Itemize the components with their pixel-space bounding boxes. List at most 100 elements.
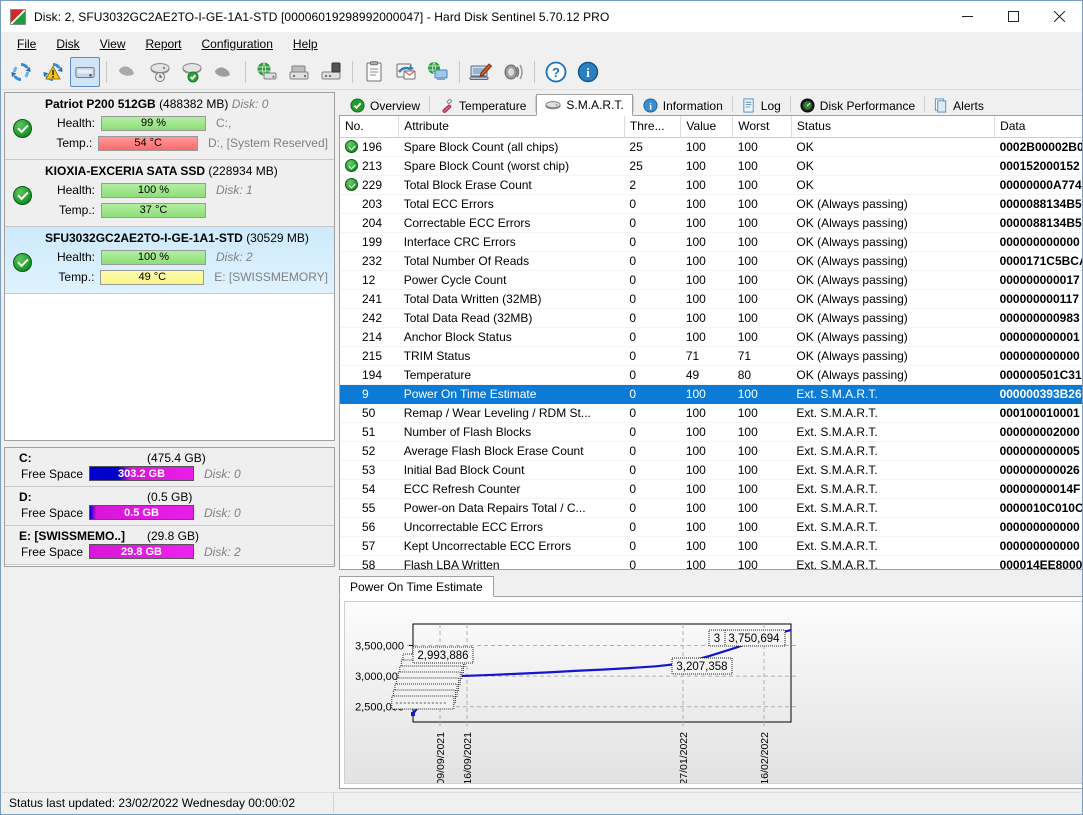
column-header-threshold[interactable]: Thre... [624,116,682,138]
cell-attribute: Uncorrectable ECC Errors [398,517,625,537]
tab-information[interactable]: i Information [634,94,732,116]
warning-icon[interactable] [38,57,68,87]
disk-entry-2[interactable]: SFU3032GC2AE2TO-I-GE-1A1-STD (30529 MB) … [5,227,334,294]
tab-alerts[interactable]: Alerts [925,94,993,116]
drive-head-c: C: (475.4 GB) [11,451,328,465]
cell-worst: 100 [732,441,792,461]
table-row[interactable]: 204 Correctable ECC Errors 0 100 100 OK (Alwa… [340,213,1082,233]
disk-health-value-1: 100 % [137,184,170,196]
table-row[interactable]: 54 ECC Refresh Counter 0 100 100 Ext. S.M.A.R… [340,479,1082,499]
column-header-data[interactable]: Data [994,116,1082,138]
table-row[interactable]: 50 Remap / Wear Leveling / RDM St... 0 100 1… [340,403,1082,423]
menu-help[interactable]: Help [283,34,328,54]
svg-text:?: ? [552,65,560,80]
table-row[interactable]: 9 Power On Time Estimate 0 100 100 Ext. S.M.A… [340,384,1082,404]
table-row[interactable]: 241 Total Data Written (32MB) 0 100 100 OK (A… [340,289,1082,309]
table-row[interactable]: 196 Spare Block Count (all chips) 25 100 100… [340,137,1082,157]
table-row[interactable]: 12 Power Cycle Count 0 100 100 OK (Always pas… [340,270,1082,290]
svg-text:3,207,358: 3,207,358 [676,661,727,673]
cell-value: 100 [680,308,733,328]
tab-disk-performance[interactable]: Disk Performance [791,94,924,116]
send-report-icon[interactable] [391,57,421,87]
x-axis-tick-label: 16/02/2022 [759,732,771,783]
cell-value: 100 [680,251,733,271]
drive-disk-no-d: Disk: 0 [204,505,241,520]
table-row[interactable]: 214 Anchor Block Status 0 100 100 OK (Always … [340,327,1082,347]
cell-data: 000000000983 [994,308,1082,328]
column-header-status[interactable]: Status [791,116,996,138]
maximize-button[interactable] [990,1,1036,32]
menu-report[interactable]: Report [135,34,191,54]
cell-data: 00000000A774 [994,175,1082,195]
disk-test-icon[interactable] [145,57,175,87]
chart-tab-power-on-time[interactable]: Power On Time Estimate [339,576,494,597]
drive-head-e: E: [SWISSMEMO..] (29.8 GB) [11,529,328,543]
disk-entry-0[interactable]: Patriot P200 512GB (488382 MB) Disk: 0 H… [5,93,334,160]
chart-value-label: 3,750,694 [722,629,786,647]
minimize-button[interactable] [944,1,990,32]
web-report-icon[interactable] [423,57,453,87]
table-row[interactable]: 199 Interface CRC Errors 0 100 100 OK (Always… [340,232,1082,252]
refresh-icon[interactable] [6,57,36,87]
cell-worst: 100 [732,289,792,309]
table-row[interactable]: 232 Total Number Of Reads 0 100 100 OK (Alway… [340,251,1082,271]
cell-no: 55 [340,498,399,518]
acoustic-icon[interactable] [498,57,528,87]
column-header-attribute[interactable]: Attribute [398,116,625,138]
table-row[interactable]: 229 Total Block Erase Count 2 100 100 OK 00000… [340,175,1082,195]
disk-detect-icon[interactable] [113,57,143,87]
backup-disk-icon[interactable] [284,57,314,87]
table-row[interactable]: 213 Spare Block Count (worst chip) 25 100 10… [340,156,1082,176]
disk-status-ok-icon-0 [13,119,32,138]
cell-value: 100 [680,270,733,290]
tab-overview[interactable]: Overview [341,94,429,116]
tab-temperature[interactable]: Temperature [430,94,535,116]
table-row[interactable]: 52 Average Flash Block Erase Count 0 100 100… [340,441,1082,461]
disk-size-0: (488382 MB) [159,97,229,111]
tab-smart[interactable]: S.M.A.R.T. [536,94,633,116]
table-row[interactable]: 55 Power-on Data Repairs Total / C... 0 100… [340,498,1082,518]
menu-disk[interactable]: Disk [46,34,89,54]
table-row[interactable]: 57 Kept Uncorrectable ECC Errors 0 100 100 Ex… [340,536,1082,556]
report-icon[interactable] [359,57,389,87]
table-row[interactable]: 194 Temperature 0 49 80 OK (Always passing) 00… [340,365,1082,385]
cell-no: 215 [340,346,399,366]
menu-view[interactable]: View [90,34,136,54]
table-row[interactable]: 242 Total Data Read (32MB) 0 100 100 OK (Alwa… [340,308,1082,328]
table-row[interactable]: 58 Flash LBA Written 0 100 100 Ext. S.M.A.R.T… [340,555,1082,569]
network-disk-icon[interactable] [252,57,282,87]
about-icon[interactable]: i [573,57,603,87]
drive-capacity-d: (0.5 GB) [147,490,193,504]
attribute-number: 9 [362,386,369,401]
column-header-no[interactable]: No. [340,116,400,138]
disk-remove-icon[interactable] [209,57,239,87]
close-button[interactable] [1036,1,1082,32]
drive-entry-d[interactable]: D: (0.5 GB) Free Space 0.5 GB Disk: 0 [5,487,334,526]
disk-info-icon[interactable] [70,56,100,87]
cell-status: Ext. S.M.A.R.T. [791,403,995,423]
table-row[interactable]: 53 Initial Bad Block Count 0 100 100 Ext. S.M… [340,460,1082,480]
cell-attribute: Total Data Read (32MB) [398,308,625,328]
menu-file[interactable]: File [7,34,46,54]
table-row[interactable]: 203 Total ECC Errors 0 100 100 OK (Always pas… [340,194,1082,214]
disk-entry-1[interactable]: KIOXIA-EXCERIA SATA SSD (228934 MB) Heal… [5,160,334,227]
configure-icon[interactable] [466,57,496,87]
cell-attribute: Temperature [398,365,625,385]
attribute-number: 204 [362,215,383,230]
disk-ok-icon[interactable] [177,57,207,87]
help-icon[interactable]: ? [541,57,571,87]
drive-entry-c[interactable]: C: (475.4 GB) Free Space 303.2 GB Disk: … [5,448,334,487]
cell-value: 100 [680,441,733,461]
drive-entry-e[interactable]: E: [SWISSMEMO..] (29.8 GB) Free Space 29… [5,526,334,565]
menu-report-label: Report [145,36,182,51]
server-disk-icon[interactable] [316,57,346,87]
table-row[interactable]: 215 TRIM Status 0 71 71 OK (Always passing) 00… [340,346,1082,366]
table-row[interactable]: 56 Uncorrectable ECC Errors 0 100 100 Ext. S.… [340,517,1082,537]
tab-log[interactable]: Log [733,94,790,116]
menu-bar: File Disk View Report Configuration Help [1,32,1082,54]
table-row[interactable]: 51 Number of Flash Blocks 0 100 100 Ext. S.M.… [340,422,1082,442]
column-header-worst[interactable]: Worst [732,116,792,138]
attribute-number: 54 [362,481,376,496]
column-header-value[interactable]: Value [680,116,734,138]
menu-configuration[interactable]: Configuration [192,34,283,54]
